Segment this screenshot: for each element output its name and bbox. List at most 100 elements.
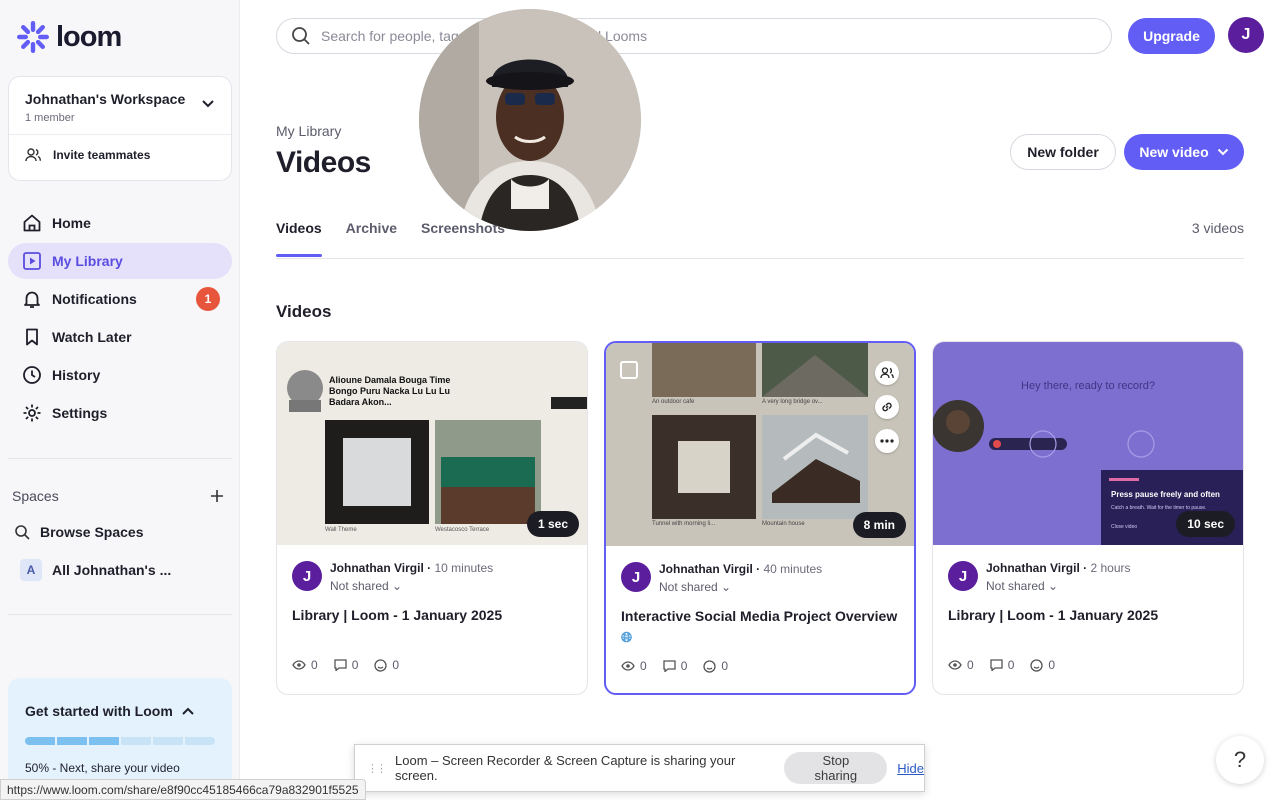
select-checkbox[interactable] xyxy=(620,361,638,379)
status-url: https://www.loom.com/share/e8f90cc451854… xyxy=(0,779,366,800)
new-folder-button[interactable]: New folder xyxy=(1010,134,1116,170)
video-time: 10 minutes xyxy=(434,561,494,575)
share-status-label: Not shared xyxy=(986,579,1045,593)
camera-bubble[interactable] xyxy=(419,9,641,231)
drag-handle-icon[interactable]: ⋮⋮ xyxy=(367,762,387,775)
invite-teammates-button[interactable]: Invite teammates xyxy=(9,135,231,175)
comments-stat: 0 xyxy=(663,659,688,673)
nav-my-library[interactable]: My Library xyxy=(8,243,232,279)
reactions-stat: 0 xyxy=(374,658,399,672)
video-card[interactable]: An outdoor cafe A very long bridge ov...… xyxy=(604,341,916,695)
reactions-stat: 0 xyxy=(1030,658,1055,672)
views-count: 0 xyxy=(967,658,974,672)
owner-name: Johnathan Virgil xyxy=(986,561,1080,575)
video-card[interactable]: Alioune Damala Bouga Time Bongo Puru Nac… xyxy=(276,341,588,695)
progress-segment xyxy=(89,737,119,745)
reactions-count: 0 xyxy=(392,658,400,672)
thumbnail-popup-title: Press pause freely and often xyxy=(1111,490,1220,499)
notification-badge: 1 xyxy=(196,287,220,311)
tab-archive[interactable]: Archive xyxy=(346,220,397,257)
breadcrumb[interactable]: My Library xyxy=(276,123,341,139)
owner-name: Johnathan Virgil xyxy=(659,562,753,576)
loom-logo[interactable]: loom xyxy=(16,20,122,54)
video-title[interactable]: Library | Loom - 1 January 2025 xyxy=(948,605,1230,626)
views-stat: 0 xyxy=(292,658,318,672)
browse-spaces-label: Browse Spaces xyxy=(40,524,144,540)
home-icon xyxy=(23,214,41,232)
progress-segment xyxy=(121,737,151,745)
nav-notifications[interactable]: Notifications 1 xyxy=(8,281,232,317)
tab-divider xyxy=(276,258,1244,259)
share-status[interactable]: Not shared ⌄ xyxy=(986,579,1131,593)
eye-icon xyxy=(621,661,635,671)
search-input[interactable] xyxy=(321,28,1101,44)
thumbnail-popup-link: Close video xyxy=(1111,524,1138,530)
sidebar: loom Johnathan's Workspace 1 member Invi… xyxy=(0,0,240,800)
upgrade-button[interactable]: Upgrade xyxy=(1128,18,1215,54)
workspace-switcher[interactable]: Johnathan's Workspace 1 member xyxy=(9,77,231,135)
hide-link[interactable]: Hide xyxy=(897,761,924,776)
comment-icon xyxy=(663,660,676,672)
stop-sharing-button[interactable]: Stop sharing xyxy=(784,752,888,784)
eye-icon xyxy=(948,660,962,670)
comment-icon xyxy=(334,659,347,671)
thumbnail-caption: A very long bridge ov... xyxy=(762,399,823,405)
reactions-count: 0 xyxy=(1048,658,1056,672)
link-icon xyxy=(882,402,892,412)
logo-text: loom xyxy=(56,20,122,53)
video-title[interactable]: Interactive Social Media Project Overvie… xyxy=(621,606,903,648)
nav-label: Watch Later xyxy=(52,329,132,345)
video-title[interactable]: Library | Loom - 1 January 2025 xyxy=(292,605,574,626)
video-meta: J Johnathan Virgil · 2 hours Not shared … xyxy=(948,561,1131,593)
user-avatar[interactable]: J xyxy=(1228,17,1264,53)
video-thumbnail[interactable]: Alioune Damala Bouga Time Bongo Puru Nac… xyxy=(277,342,587,545)
chevron-down-icon xyxy=(202,100,214,108)
more-options-button[interactable] xyxy=(875,429,899,453)
chevron-up-icon[interactable] xyxy=(181,706,195,716)
nav-label: Notifications xyxy=(52,291,137,307)
comments-count: 0 xyxy=(680,659,688,673)
progress-segment xyxy=(185,737,215,745)
search-icon xyxy=(15,525,30,540)
nav-watch-later[interactable]: Watch Later xyxy=(8,319,232,355)
views-count: 0 xyxy=(640,659,647,673)
browse-spaces[interactable]: Browse Spaces xyxy=(14,524,144,540)
add-space-icon[interactable] xyxy=(210,489,224,503)
video-card[interactable]: Hey there, ready to record? Press pause … xyxy=(932,341,1244,695)
views-count: 0 xyxy=(311,658,318,672)
video-time: 2 hours xyxy=(1090,561,1131,575)
video-thumbnail[interactable]: Hey there, ready to record? Press pause … xyxy=(933,342,1243,545)
share-people-button[interactable] xyxy=(875,361,899,385)
new-video-button[interactable]: New video xyxy=(1124,134,1244,170)
thumbnail-heading: Hey there, ready to record? xyxy=(1021,380,1155,392)
comments-count: 0 xyxy=(351,658,359,672)
share-status[interactable]: Not shared ⌄ xyxy=(330,579,493,593)
reactions-count: 0 xyxy=(721,659,729,673)
space-all-johnathans[interactable]: A All Johnathan's ... xyxy=(20,559,171,581)
eye-icon xyxy=(292,660,306,670)
tab-videos[interactable]: Videos xyxy=(276,220,322,257)
copy-link-button[interactable] xyxy=(875,395,899,419)
share-status-label: Not shared xyxy=(330,579,389,593)
help-button[interactable]: ? xyxy=(1216,736,1264,784)
spaces-header: Spaces xyxy=(12,488,224,504)
views-stat: 0 xyxy=(948,658,974,672)
main-nav: Home My Library Notifications 1 Watch La… xyxy=(8,205,232,433)
comments-count: 0 xyxy=(1007,658,1015,672)
search-bar[interactable] xyxy=(276,18,1112,54)
video-thumbnail[interactable]: An outdoor cafe A very long bridge ov...… xyxy=(606,343,914,546)
workspace-members: 1 member xyxy=(25,112,75,124)
nav-label: My Library xyxy=(52,253,123,269)
owner-line: Johnathan Virgil · 2 hours xyxy=(986,561,1131,575)
clock-icon xyxy=(23,366,41,384)
bell-icon xyxy=(24,291,40,308)
video-stats: 0 0 0 xyxy=(948,658,1055,672)
reactions-stat: 0 xyxy=(703,659,728,673)
nav-home[interactable]: Home xyxy=(8,205,232,241)
tab-screenshots[interactable]: Screenshots xyxy=(421,220,505,257)
screen-share-bar: ⋮⋮ Loom – Screen Recorder & Screen Captu… xyxy=(354,744,925,792)
nav-history[interactable]: History xyxy=(8,357,232,393)
share-status[interactable]: Not shared ⌄ xyxy=(659,580,822,594)
owner-avatar: J xyxy=(292,561,322,591)
nav-settings[interactable]: Settings xyxy=(8,395,232,431)
